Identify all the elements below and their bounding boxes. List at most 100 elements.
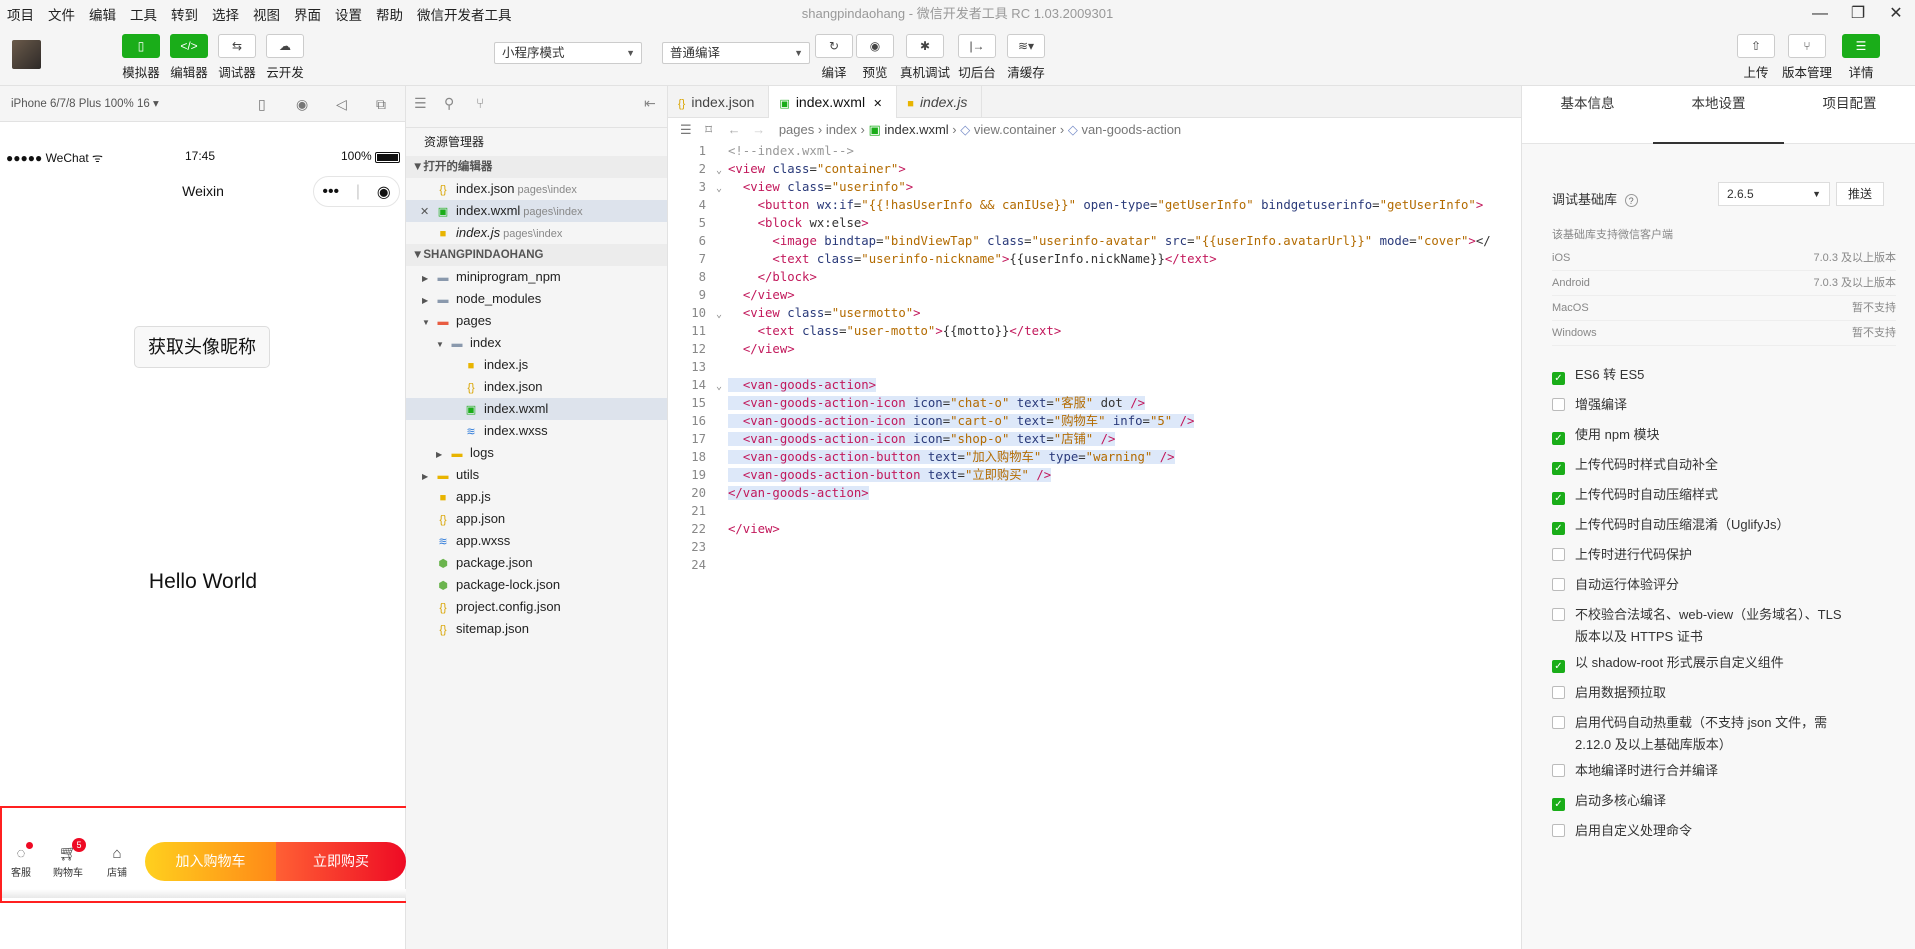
project-header[interactable]: ▼SHANGPINDAOHANG — [406, 244, 667, 266]
checkbox-unchecked[interactable] — [1552, 578, 1565, 591]
checkbox-unchecked[interactable] — [1552, 686, 1565, 699]
window-icon[interactable]: ⧉ — [376, 86, 386, 122]
menu-item-tools[interactable]: 工具 — [123, 4, 164, 24]
search-icon[interactable]: ⚲ — [444, 95, 454, 112]
forward-arrow-icon[interactable]: → — [752, 122, 765, 137]
tree-item[interactable]: ▶ ▬ logs — [406, 442, 667, 464]
tab-project-config[interactable]: 项目配置 — [1784, 86, 1915, 143]
setting-option[interactable]: 不校验合法域名、web-view（业务域名）、TLS 版本以及 HTTPS 证书 — [1552, 604, 1842, 645]
version-button[interactable]: ⑂ 版本管理 — [1782, 34, 1832, 81]
help-icon[interactable]: ? — [1624, 194, 1638, 207]
volume-icon[interactable]: ◁ — [336, 86, 347, 122]
open-editors-header[interactable]: ▼打开的编辑器 — [406, 156, 667, 178]
menu-item-file[interactable]: 文件 — [41, 4, 82, 24]
upload-button[interactable]: ⇧ 上传 — [1731, 34, 1781, 81]
setting-option[interactable]: 自动运行体验评分 — [1552, 574, 1679, 593]
code-area[interactable]: 1 <!--index.wxml--> 2 ⌄ <view class="contain… — [668, 142, 1521, 574]
crumb-pages[interactable]: pages — [779, 122, 814, 137]
setting-option[interactable]: ✓ 启动多核心编译 — [1552, 790, 1666, 811]
buy-now-button[interactable]: 立即购买 — [276, 842, 406, 881]
editor-toggle[interactable]: </> 编辑器 — [164, 34, 214, 81]
simulator-toggle[interactable]: ▯ 模拟器 — [116, 34, 166, 81]
tab-index-wxml[interactable]: ▣ index.wxml ✕ — [769, 86, 898, 118]
menu-item-edit[interactable]: 编辑 — [82, 4, 123, 24]
menu-item-project[interactable]: 项目 — [0, 4, 41, 24]
setting-option[interactable]: ✓ 以 shadow-root 形式展示自定义组件 — [1552, 652, 1784, 673]
checkbox-unchecked[interactable] — [1552, 716, 1565, 729]
cloud-dev-button[interactable]: ☁ 云开发 — [260, 34, 310, 81]
menu-item-goto[interactable]: 转到 — [164, 4, 205, 24]
clear-cache-button[interactable]: ≋▾ 清缓存 — [1001, 34, 1051, 81]
checkbox-unchecked[interactable] — [1552, 764, 1565, 777]
tree-item[interactable]: ▼ ▬ index — [406, 332, 667, 354]
tree-item[interactable]: ⬢ package.json — [406, 552, 667, 574]
more-icon[interactable]: ••• — [322, 183, 339, 201]
setting-option[interactable]: ✓ 使用 npm 模块 — [1552, 424, 1660, 445]
menu-item-view[interactable]: 视图 — [246, 4, 287, 24]
checkbox-checked[interactable]: ✓ — [1552, 372, 1565, 385]
setting-option[interactable]: 增强编译 — [1552, 394, 1627, 413]
minimize-button[interactable]: — — [1801, 0, 1839, 28]
tree-item[interactable]: ≋ app.wxss — [406, 530, 667, 552]
tree-item[interactable]: ⬢ package-lock.json — [406, 574, 667, 596]
open-editor-item[interactable]: ✕ ▣ index.wxml pages\index — [406, 200, 667, 222]
remote-debug-button[interactable]: ✱ 真机调试 — [900, 34, 950, 81]
tree-item[interactable]: {} app.json — [406, 508, 667, 530]
collapse-icon[interactable]: ⇤ — [644, 95, 656, 112]
close-icon[interactable]: ✕ — [873, 98, 882, 110]
setting-option[interactable]: ✓ 上传代码时自动压缩混淆（UglifyJs） — [1552, 514, 1790, 535]
tree-item[interactable]: ≋ index.wxss — [406, 420, 667, 442]
compile-select[interactable]: 普通编译 ▼ — [662, 42, 810, 64]
checkbox-unchecked[interactable] — [1552, 824, 1565, 837]
setting-option[interactable]: 启用自定义处理命令 — [1552, 820, 1692, 839]
action-icon-shop[interactable]: ⌂ 店铺 — [97, 844, 137, 879]
checkbox-checked[interactable]: ✓ — [1552, 462, 1565, 475]
tab-index-json[interactable]: {} index.json — [668, 86, 770, 118]
base-lib-select[interactable]: 2.6.5 ▼ — [1718, 182, 1830, 206]
device-select[interactable]: iPhone 6/7/8 Plus 100% 16 ▾ — [11, 98, 159, 110]
tree-item[interactable]: {} index.json — [406, 376, 667, 398]
open-editor-item[interactable]: {} index.json pages\index — [406, 178, 667, 200]
list-icon[interactable]: ☰ — [680, 122, 692, 137]
branch-icon[interactable]: ⑂ — [476, 95, 484, 111]
checkbox-checked[interactable]: ✓ — [1552, 798, 1565, 811]
preview-button[interactable]: ◉ 预览 — [850, 34, 900, 81]
checkbox-unchecked[interactable] — [1552, 608, 1565, 621]
background-button[interactable]: |→ 切后台 — [952, 34, 1002, 81]
tree-item[interactable]: ■ index.js — [406, 354, 667, 376]
mode-select[interactable]: 小程序模式 ▼ — [494, 42, 642, 64]
setting-option[interactable]: ✓ 上传代码时样式自动补全 — [1552, 454, 1718, 475]
back-arrow-icon[interactable]: ← — [728, 122, 741, 137]
debugger-toggle[interactable]: ⇆ 调试器 — [212, 34, 262, 81]
maximize-button[interactable]: ❐ — [1839, 0, 1877, 28]
setting-option[interactable]: 启用数据预拉取 — [1552, 682, 1666, 701]
bookmark-icon[interactable]: ⌑ — [705, 122, 712, 137]
tab-index-js[interactable]: ■ index.js — [897, 86, 983, 118]
close-target-icon[interactable]: ◉ — [377, 182, 391, 202]
close-icon[interactable]: ✕ — [420, 201, 436, 223]
tree-item[interactable]: ▶ ▬ miniprogram_npm — [406, 266, 667, 288]
crumb-view-container[interactable]: view.container — [974, 122, 1056, 137]
crumb-goods-action[interactable]: van-goods-action — [1081, 122, 1181, 137]
checkbox-checked[interactable]: ✓ — [1552, 522, 1565, 535]
phone-icon[interactable]: ▯ — [258, 86, 266, 122]
tab-local-settings[interactable]: 本地设置 — [1653, 86, 1784, 144]
details-button[interactable]: ☰ 详情 — [1836, 34, 1886, 81]
tree-item[interactable]: ▶ ▬ node_modules — [406, 288, 667, 310]
checkbox-checked[interactable]: ✓ — [1552, 660, 1565, 673]
tree-item[interactable]: ▶ ▬ utils — [406, 464, 667, 486]
setting-option[interactable]: 启用代码自动热重载（不支持 json 文件，需 2.12.0 及以上基础库版本） — [1552, 712, 1827, 753]
checkbox-checked[interactable]: ✓ — [1552, 492, 1565, 505]
setting-option[interactable]: 本地编译时进行合并编译 — [1552, 760, 1718, 779]
menu-item-settings[interactable]: 设置 — [328, 4, 369, 24]
action-icon-service[interactable]: ◌ 客服 — [1, 844, 41, 879]
tree-item[interactable]: {} project.config.json — [406, 596, 667, 618]
tab-basic-info[interactable]: 基本信息 — [1522, 86, 1653, 143]
menu-item-select[interactable]: 选择 — [205, 4, 246, 24]
get-userinfo-button[interactable]: 获取头像昵称 — [134, 326, 270, 368]
setting-option[interactable]: ✓ 上传代码时自动压缩样式 — [1552, 484, 1718, 505]
push-button[interactable]: 推送 — [1836, 182, 1884, 206]
setting-option[interactable]: 上传时进行代码保护 — [1552, 544, 1692, 563]
user-avatar[interactable] — [12, 40, 41, 69]
tree-item[interactable]: ▼ ▬ pages — [406, 310, 667, 332]
